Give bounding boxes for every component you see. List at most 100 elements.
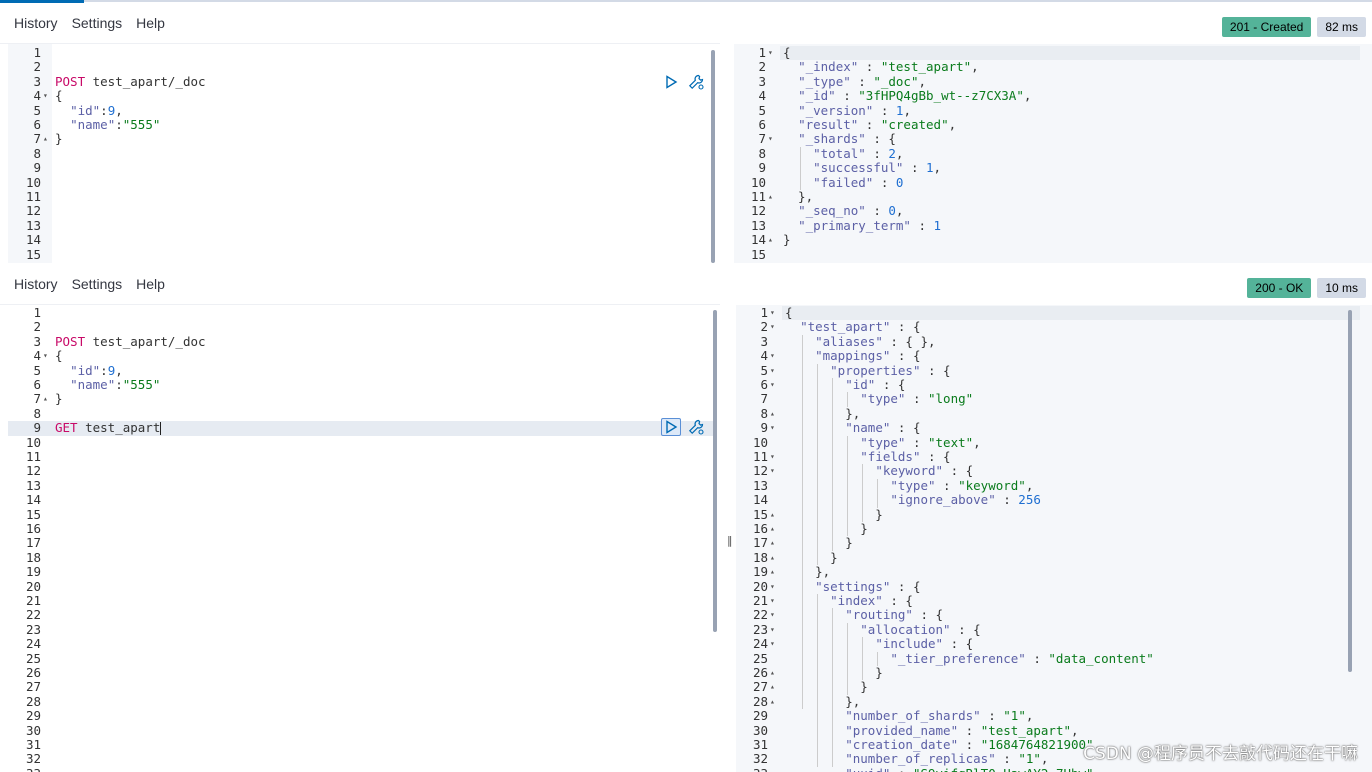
play-icon[interactable]	[661, 418, 681, 436]
fold-toggle-icon[interactable]: ▾	[770, 421, 775, 435]
fold-toggle-icon[interactable]: ▾	[770, 306, 775, 320]
code-token: "index"	[830, 593, 883, 608]
code-token: },	[783, 189, 814, 204]
line-number: 6	[758, 117, 766, 132]
fold-toggle-icon[interactable]: ▴	[768, 190, 773, 204]
fold-toggle-icon[interactable]: ▴	[770, 551, 775, 565]
fold-toggle-icon[interactable]: ▾	[770, 320, 775, 334]
code-line: "type" : "long"	[782, 392, 1372, 406]
code-token: "test_apart"	[880, 59, 972, 75]
line-number: 28	[752, 693, 768, 709]
fold-toggle-icon[interactable]: ▴	[770, 407, 775, 421]
code-token: "_tier_preference"	[890, 650, 1026, 666]
request-editor[interactable]: 1 2 3 4 ▾ 5 6 7 ▴ 8 9 10 11 12 13 14 15 16 17 18 19 20 21 22 23 2…	[8, 305, 717, 772]
request-scrollbar[interactable]	[711, 50, 715, 263]
fold-toggle-icon[interactable]: ▾	[768, 132, 773, 146]
line-number: 18	[752, 549, 768, 565]
menu-help[interactable]: Help	[136, 15, 165, 31]
wrench-icon[interactable]	[686, 418, 706, 436]
fold-toggle-icon[interactable]: ▴	[770, 680, 775, 694]
indent-guide	[817, 594, 818, 767]
line-number: 29	[752, 708, 768, 724]
fold-toggle-icon[interactable]: ▾	[770, 450, 775, 464]
request-code[interactable]: POST test_apart/_doc{ "id":9, "name":"55…	[52, 44, 716, 263]
line-number: 28	[25, 693, 41, 709]
console-menu: History Settings Help	[0, 2, 720, 44]
menu-history[interactable]: History	[14, 276, 58, 292]
fold-toggle-icon[interactable]: ▴	[43, 392, 48, 406]
fold-toggle-icon[interactable]: ▴	[770, 695, 775, 709]
fold-toggle-icon[interactable]: ▾	[770, 464, 775, 478]
code-line: "include" : {	[782, 636, 1372, 651]
code-token: : {	[920, 449, 951, 464]
code-token: 0	[895, 174, 904, 190]
code-token: }	[785, 506, 883, 522]
line-number: 9	[760, 420, 768, 436]
menu-settings[interactable]: Settings	[72, 276, 123, 292]
code-line: "result" : "created",	[780, 117, 1372, 132]
fold-toggle-icon[interactable]: ▾	[770, 637, 775, 651]
fold-toggle-icon[interactable]: ▴	[770, 565, 775, 579]
line-number: 20	[752, 578, 768, 594]
menu-history[interactable]: History	[14, 15, 58, 31]
menu-help[interactable]: Help	[136, 276, 165, 292]
code-line: "ignore_above" : 256	[782, 492, 1372, 507]
code-token: "name"	[70, 117, 116, 132]
fold-toggle-icon[interactable]: ▴	[770, 536, 775, 550]
code-line: }	[52, 392, 716, 406]
resize-handle-icon[interactable]: ‖	[727, 534, 733, 547]
code-token: },	[785, 405, 861, 421]
line-number: 6	[33, 117, 41, 132]
code-token: "_index"	[798, 59, 859, 75]
fold-toggle-icon[interactable]: ▾	[43, 349, 48, 363]
code-line: },	[780, 189, 1372, 204]
fold-toggle-icon[interactable]: ▾	[43, 89, 48, 103]
code-token: ,	[971, 59, 979, 75]
time-badge: 10 ms	[1317, 278, 1366, 298]
fold-toggle-icon[interactable]: ▾	[770, 364, 775, 378]
fold-toggle-icon[interactable]: ▴	[768, 233, 773, 247]
request-editor[interactable]: 1 2 3 4 ▾ 5 6 7 ▴ 8 9 10 11 12 13 14 15 POST test_apart/…	[8, 44, 716, 263]
code-line: "routing" : {	[782, 608, 1372, 622]
code-line: "id" : {	[782, 377, 1372, 392]
code-token: :	[115, 117, 123, 132]
fold-toggle-icon[interactable]: ▾	[768, 46, 773, 60]
code-token: : {	[890, 420, 921, 436]
console-panel-2: History Settings Help 200 - OK 10 ms 123…	[0, 263, 1372, 772]
fold-toggle-icon[interactable]: ▴	[770, 508, 775, 522]
code-token: "555"	[122, 117, 161, 132]
line-number: 4	[33, 88, 41, 104]
code-token: "_id"	[798, 88, 836, 104]
request-scrollbar[interactable]	[713, 310, 717, 632]
request-code[interactable]: POST test_apart/_doc{ "id":9, "name":"55…	[52, 305, 716, 772]
fold-toggle-icon[interactable]: ▾	[770, 608, 775, 622]
fold-toggle-icon[interactable]: ▴	[43, 132, 48, 146]
code-token: "type"	[860, 434, 906, 450]
fold-toggle-icon[interactable]: ▴	[770, 522, 775, 536]
fold-toggle-icon[interactable]: ▾	[770, 349, 775, 363]
response-scrollbar[interactable]	[1348, 310, 1352, 672]
menu-settings[interactable]: Settings	[72, 15, 123, 31]
fold-toggle-icon[interactable]: ▾	[770, 580, 775, 594]
wrench-icon[interactable]	[686, 73, 706, 91]
code-line: {	[780, 45, 1372, 60]
fold-toggle-icon[interactable]: ▴	[770, 666, 775, 680]
fold-toggle-icon[interactable]: ▾	[770, 594, 775, 608]
fold-toggle-icon[interactable]: ▾	[770, 623, 775, 637]
fold-toggle-icon[interactable]: ▾	[770, 378, 775, 392]
line-number: 14	[752, 492, 768, 508]
code-token: ,	[933, 160, 942, 176]
play-icon[interactable]	[661, 73, 681, 91]
